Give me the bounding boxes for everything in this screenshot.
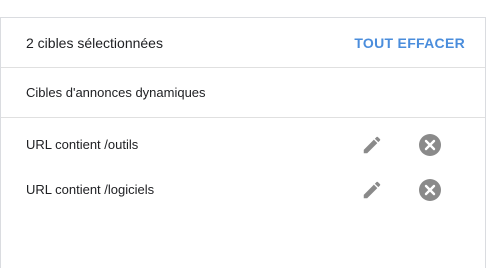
pencil-icon[interactable] [359, 177, 385, 203]
panel-header: 2 cibles sélectionnées TOUT EFFACER [1, 18, 485, 68]
close-circle-icon[interactable] [417, 132, 443, 158]
target-row: URL contient /outils [1, 122, 485, 167]
clear-all-button[interactable]: TOUT EFFACER [354, 35, 465, 51]
target-row: URL contient /logiciels [1, 167, 485, 212]
selected-count-title: 2 cibles sélectionnées [26, 34, 163, 51]
section-title: Cibles d'annonces dynamiques [26, 85, 206, 100]
target-list: URL contient /outils URL contient /logic… [1, 118, 485, 212]
section-header: Cibles d'annonces dynamiques [1, 68, 485, 118]
pencil-icon[interactable] [359, 132, 385, 158]
close-circle-icon[interactable] [417, 177, 443, 203]
selected-targets-panel: 2 cibles sélectionnées TOUT EFFACER Cibl… [0, 17, 486, 268]
